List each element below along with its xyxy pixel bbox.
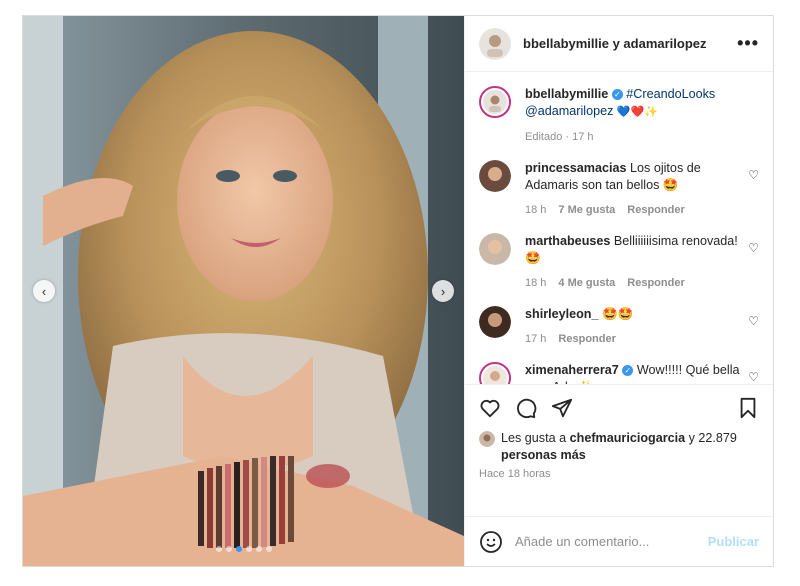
comment-time: 18 h [525, 277, 547, 289]
reply-button[interactable]: Responder [627, 202, 684, 219]
comment-likes[interactable]: 4 Me gusta [558, 275, 615, 292]
like-comment-heart-icon[interactable]: ♡ [748, 370, 759, 384]
carousel-dot [265, 546, 272, 552]
carousel-dot [225, 546, 232, 552]
like-comment-heart-icon[interactable]: ♡ [748, 314, 759, 328]
commenter-avatar[interactable] [479, 362, 511, 384]
like-comment-heart-icon[interactable]: ♡ [748, 168, 759, 182]
caption-hashtag[interactable]: #CreandoLooks [626, 87, 715, 101]
likes-others[interactable]: personas más [501, 448, 586, 462]
reply-button[interactable]: Responder [627, 275, 684, 292]
emoji-icon[interactable] [479, 530, 503, 554]
comment-likes[interactable]: 7 Me gusta [558, 202, 615, 219]
carousel-next-button[interactable]: › [432, 280, 454, 302]
caption-edited-time: Editado · 17 h [525, 131, 594, 143]
comment-item: princessamacias Los ojitos de Adamaris s… [479, 160, 759, 219]
more-options-icon[interactable]: ••• [737, 33, 759, 54]
carousel-dot [245, 546, 252, 552]
like-comment-heart-icon[interactable]: ♡ [748, 241, 759, 255]
comment-username[interactable]: princessamacias [525, 161, 627, 175]
caption-meta: Editado · 17 h [525, 129, 743, 146]
carousel-dot [255, 546, 262, 552]
comment-input[interactable] [515, 534, 708, 549]
chevron-left-icon: ‹ [41, 283, 47, 299]
verified-badge-icon: ✓ [622, 365, 634, 377]
publish-button[interactable]: Publicar [708, 534, 759, 549]
comment-time: 17 h [525, 333, 547, 345]
likes-summary: Les gusta a chefmauriciogarcia y 22.879 … [465, 424, 773, 464]
comment-bubble-icon[interactable] [515, 397, 537, 419]
caption-emojis: 💙❤️✨ [616, 106, 658, 118]
post-time: Hace 18 horas [479, 468, 551, 480]
post-media[interactable]: ‹ › [23, 16, 464, 566]
caption-mention[interactable]: @adamarilopez [525, 104, 613, 118]
comment-item: marthabeuses Belliiiiiisima renovada! 🤩 … [479, 233, 759, 292]
caption-body: bbellabymillie ✓ #CreandoLooks @adamaril… [525, 86, 743, 146]
reply-button[interactable]: Responder [558, 331, 615, 348]
carousel-prev-button[interactable]: ‹ [33, 280, 55, 302]
comment-username[interactable]: marthabeuses [525, 234, 610, 248]
liker-avatar[interactable] [479, 431, 495, 447]
comment-item: ximenaherrera7 ✓ Wow!!!!! Qué bella eres… [479, 362, 759, 384]
commenter-avatar[interactable] [479, 306, 511, 338]
verified-badge-icon: ✓ [611, 89, 623, 101]
comment-username[interactable]: shirleyleon_ [525, 307, 599, 321]
post-photo [23, 16, 464, 566]
carousel-dot [215, 546, 222, 552]
save-bookmark-icon[interactable] [737, 397, 759, 419]
post-header: bbellabymillie y adamarilopez ••• [465, 16, 773, 72]
likes-suffix: y 22.879 [685, 431, 737, 445]
likes-prefix: Les gusta a [501, 431, 570, 445]
caption-username[interactable]: bbellabymillie [525, 87, 608, 101]
comment-item: shirleyleon_ 🤩🤩 17 h Responder ♡ [479, 306, 759, 348]
carousel-dot [235, 546, 242, 552]
caption: bbellabymillie ✓ #CreandoLooks @adamaril… [479, 86, 759, 146]
comment-time: 18 h [525, 204, 547, 216]
comment-text: 🤩🤩 [602, 307, 634, 321]
comment-username[interactable]: ximenaherrera7 [525, 363, 619, 377]
add-comment-bar: Publicar [465, 516, 773, 566]
author-avatar[interactable] [479, 27, 511, 60]
commenter-avatar[interactable] [479, 160, 511, 192]
post-sidebar: bbellabymillie y adamarilopez ••• bbella… [464, 16, 773, 566]
post-actions [465, 384, 773, 424]
likes-user[interactable]: chefmauriciogarcia [570, 431, 686, 445]
commenter-avatar[interactable] [479, 233, 511, 265]
chevron-right-icon: › [440, 283, 446, 299]
comments-list: bbellabymillie ✓ #CreandoLooks @adamaril… [465, 72, 773, 384]
caption-avatar[interactable] [479, 86, 511, 118]
carousel-indicator [23, 546, 464, 552]
post-dialog: ‹ › bbellabymillie y adamarilopez ••• bb… [22, 15, 774, 567]
like-heart-icon[interactable] [479, 397, 501, 419]
share-send-icon[interactable] [551, 397, 573, 419]
post-author-names[interactable]: bbellabymillie y adamarilopez [523, 36, 737, 51]
